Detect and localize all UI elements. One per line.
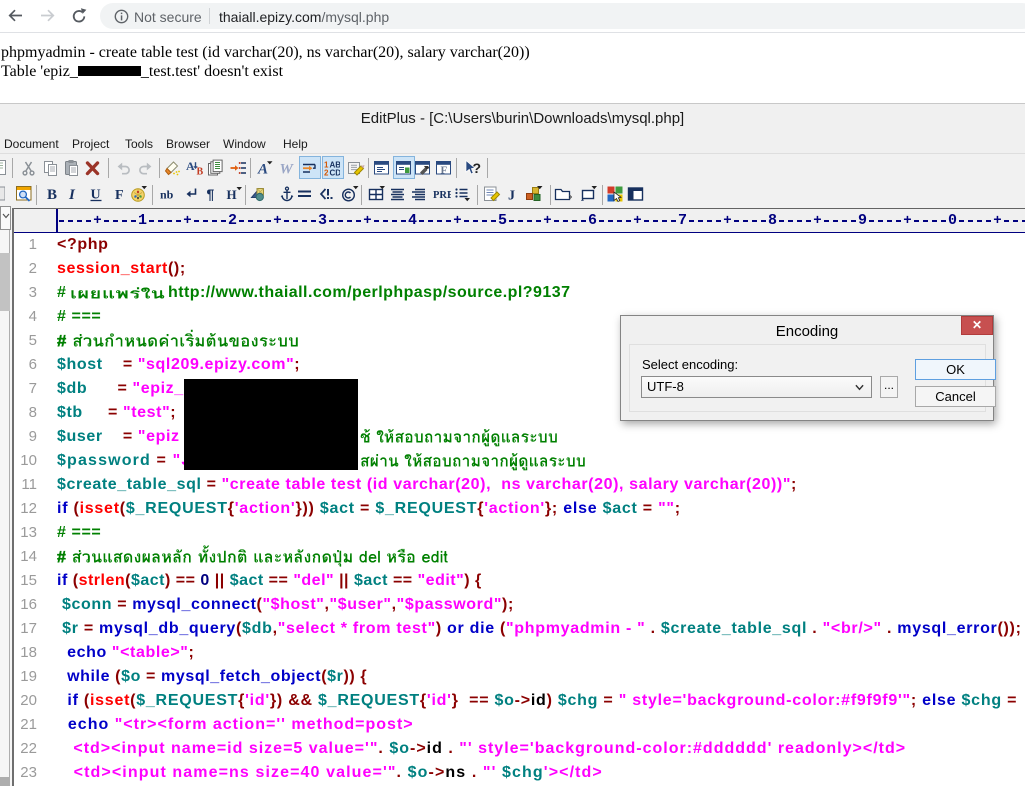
svg-text:W: W: [280, 162, 295, 178]
svg-text:B: B: [47, 187, 57, 203]
svg-text:PRE: PRE: [433, 190, 451, 201]
svg-text:F: F: [115, 188, 124, 203]
svg-text:B: B: [197, 167, 204, 178]
svg-text:A: A: [257, 162, 268, 178]
svg-text:nb: nb: [160, 188, 174, 202]
svg-text:I: I: [68, 187, 76, 203]
svg-text:¶: ¶: [207, 186, 215, 202]
svg-text:2: 2: [324, 169, 329, 178]
svg-text:J: J: [508, 189, 515, 204]
svg-text:F: F: [440, 165, 447, 177]
svg-text:H: H: [226, 187, 236, 202]
svg-text:?: ?: [472, 160, 481, 176]
svg-text:CD: CD: [330, 169, 341, 178]
svg-text:A: A: [186, 159, 195, 173]
